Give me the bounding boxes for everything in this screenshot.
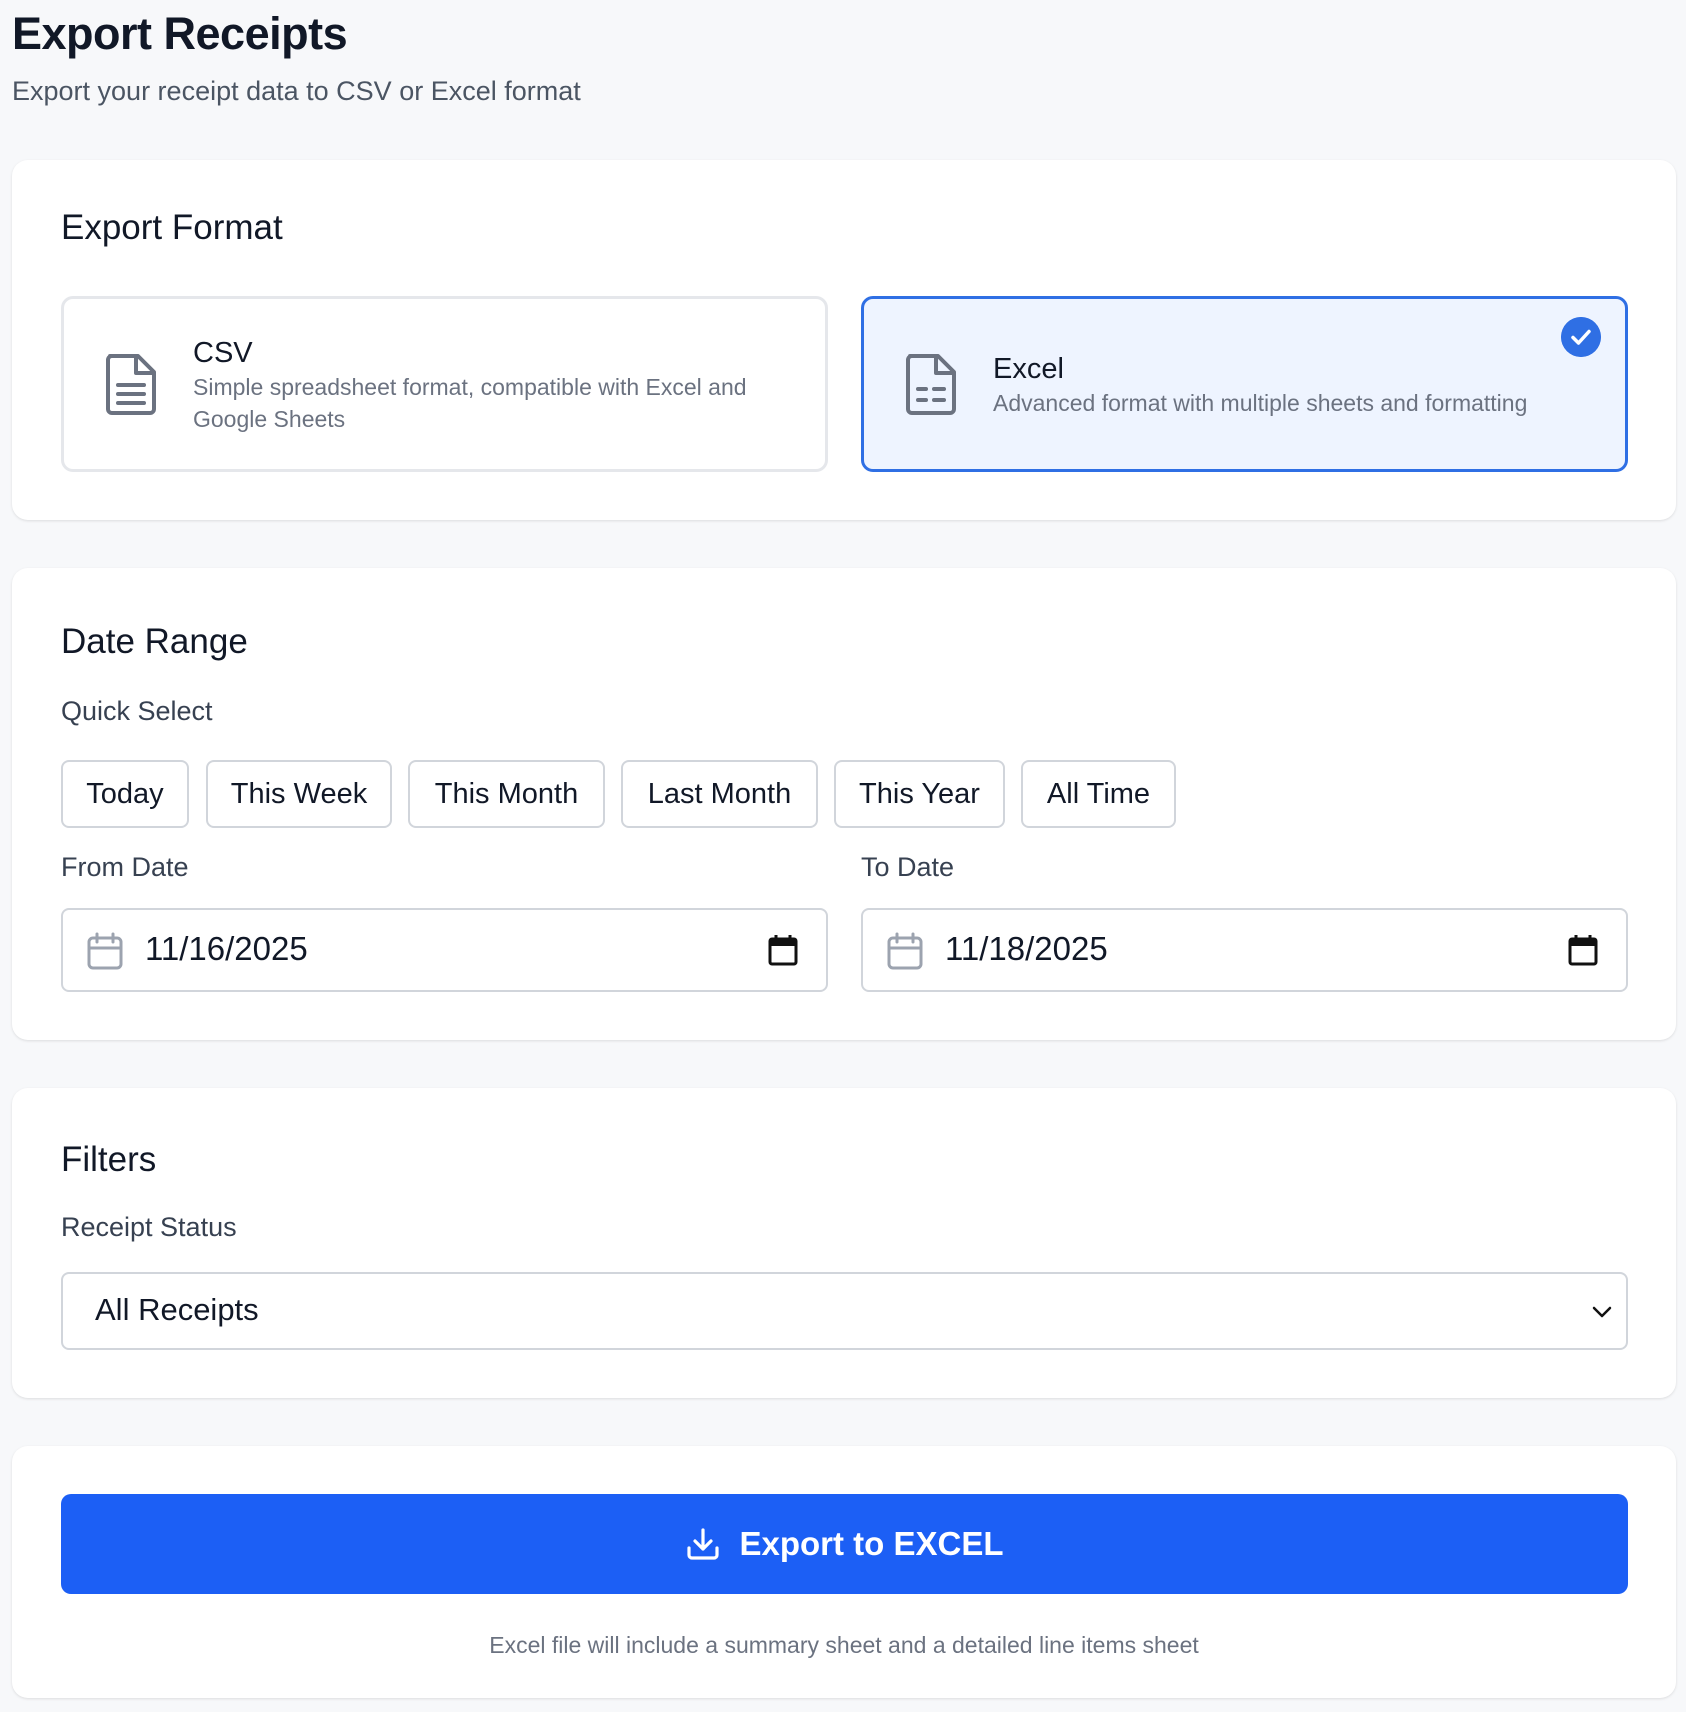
format-name-csv: CSV <box>193 337 253 369</box>
quick-select-today[interactable]: Today <box>61 760 189 828</box>
download-icon <box>687 1528 720 1560</box>
export-button-label: Export to EXCEL <box>739 1525 1004 1562</box>
calendar-icon <box>887 932 923 970</box>
quick-select-all-time[interactable]: All Time <box>1021 760 1176 828</box>
receipt-status-select[interactable]: All Receipts <box>61 1272 1628 1350</box>
export-note: Excel file will include a summary sheet … <box>489 1632 1199 1658</box>
to-date-input[interactable]: 11/18/2025 <box>861 908 1628 992</box>
quick-select-label: Quick Select <box>61 696 213 726</box>
quick-select-this-week[interactable]: This Week <box>206 760 392 828</box>
document-text-icon <box>106 354 156 415</box>
check-circle-icon <box>1561 317 1601 357</box>
filters-heading: Filters <box>61 1140 157 1179</box>
export-format-heading: Export Format <box>61 208 283 247</box>
from-date-label: From Date <box>61 852 189 882</box>
calendar-picker-icon[interactable] <box>1568 934 1598 966</box>
format-option-excel[interactable]: Excel Advanced format with multiple shee… <box>861 296 1628 472</box>
date-range-card: Date Range Quick Select Today This Week … <box>12 568 1676 1040</box>
date-range-heading: Date Range <box>61 622 248 661</box>
receipt-status-label: Receipt Status <box>61 1212 237 1242</box>
export-button[interactable]: Export to EXCEL <box>61 1494 1628 1594</box>
calendar-picker-icon[interactable] <box>768 934 798 966</box>
document-table-icon <box>906 354 956 415</box>
from-date-input[interactable]: 11/16/2025 <box>61 908 828 992</box>
format-option-csv[interactable]: CSV Simple spreadsheet format, compatibl… <box>61 296 828 472</box>
to-date-label: To Date <box>861 852 955 882</box>
page-subtitle: Export your receipt data to CSV or Excel… <box>12 76 581 106</box>
format-description-csv: Simple spreadsheet format, compatible wi… <box>193 374 747 432</box>
filters-card: Filters Receipt Status All Receipts <box>12 1088 1676 1398</box>
quick-select-last-month[interactable]: Last Month <box>621 760 818 828</box>
receipt-status-value: All Receipts <box>95 1292 259 1327</box>
format-description-excel: Advanced format with multiple sheets and… <box>993 390 1528 416</box>
format-name-excel: Excel <box>993 353 1064 385</box>
chevron-down-icon <box>1592 1306 1612 1318</box>
page-title: Export Receipts <box>12 8 348 59</box>
calendar-icon <box>87 932 123 970</box>
from-date-value: 11/16/2025 <box>145 930 308 967</box>
export-receipts-page: Export Receipts Export your receipt data… <box>0 0 1686 1712</box>
quick-select-this-month[interactable]: This Month <box>408 760 605 828</box>
to-date-value: 11/18/2025 <box>945 930 1108 967</box>
quick-select-this-year[interactable]: This Year <box>834 760 1005 828</box>
export-format-card: Export Format CSV Simple spreadsheet for… <box>12 160 1676 520</box>
export-action-card: Export to EXCEL Excel file will include … <box>12 1446 1676 1698</box>
